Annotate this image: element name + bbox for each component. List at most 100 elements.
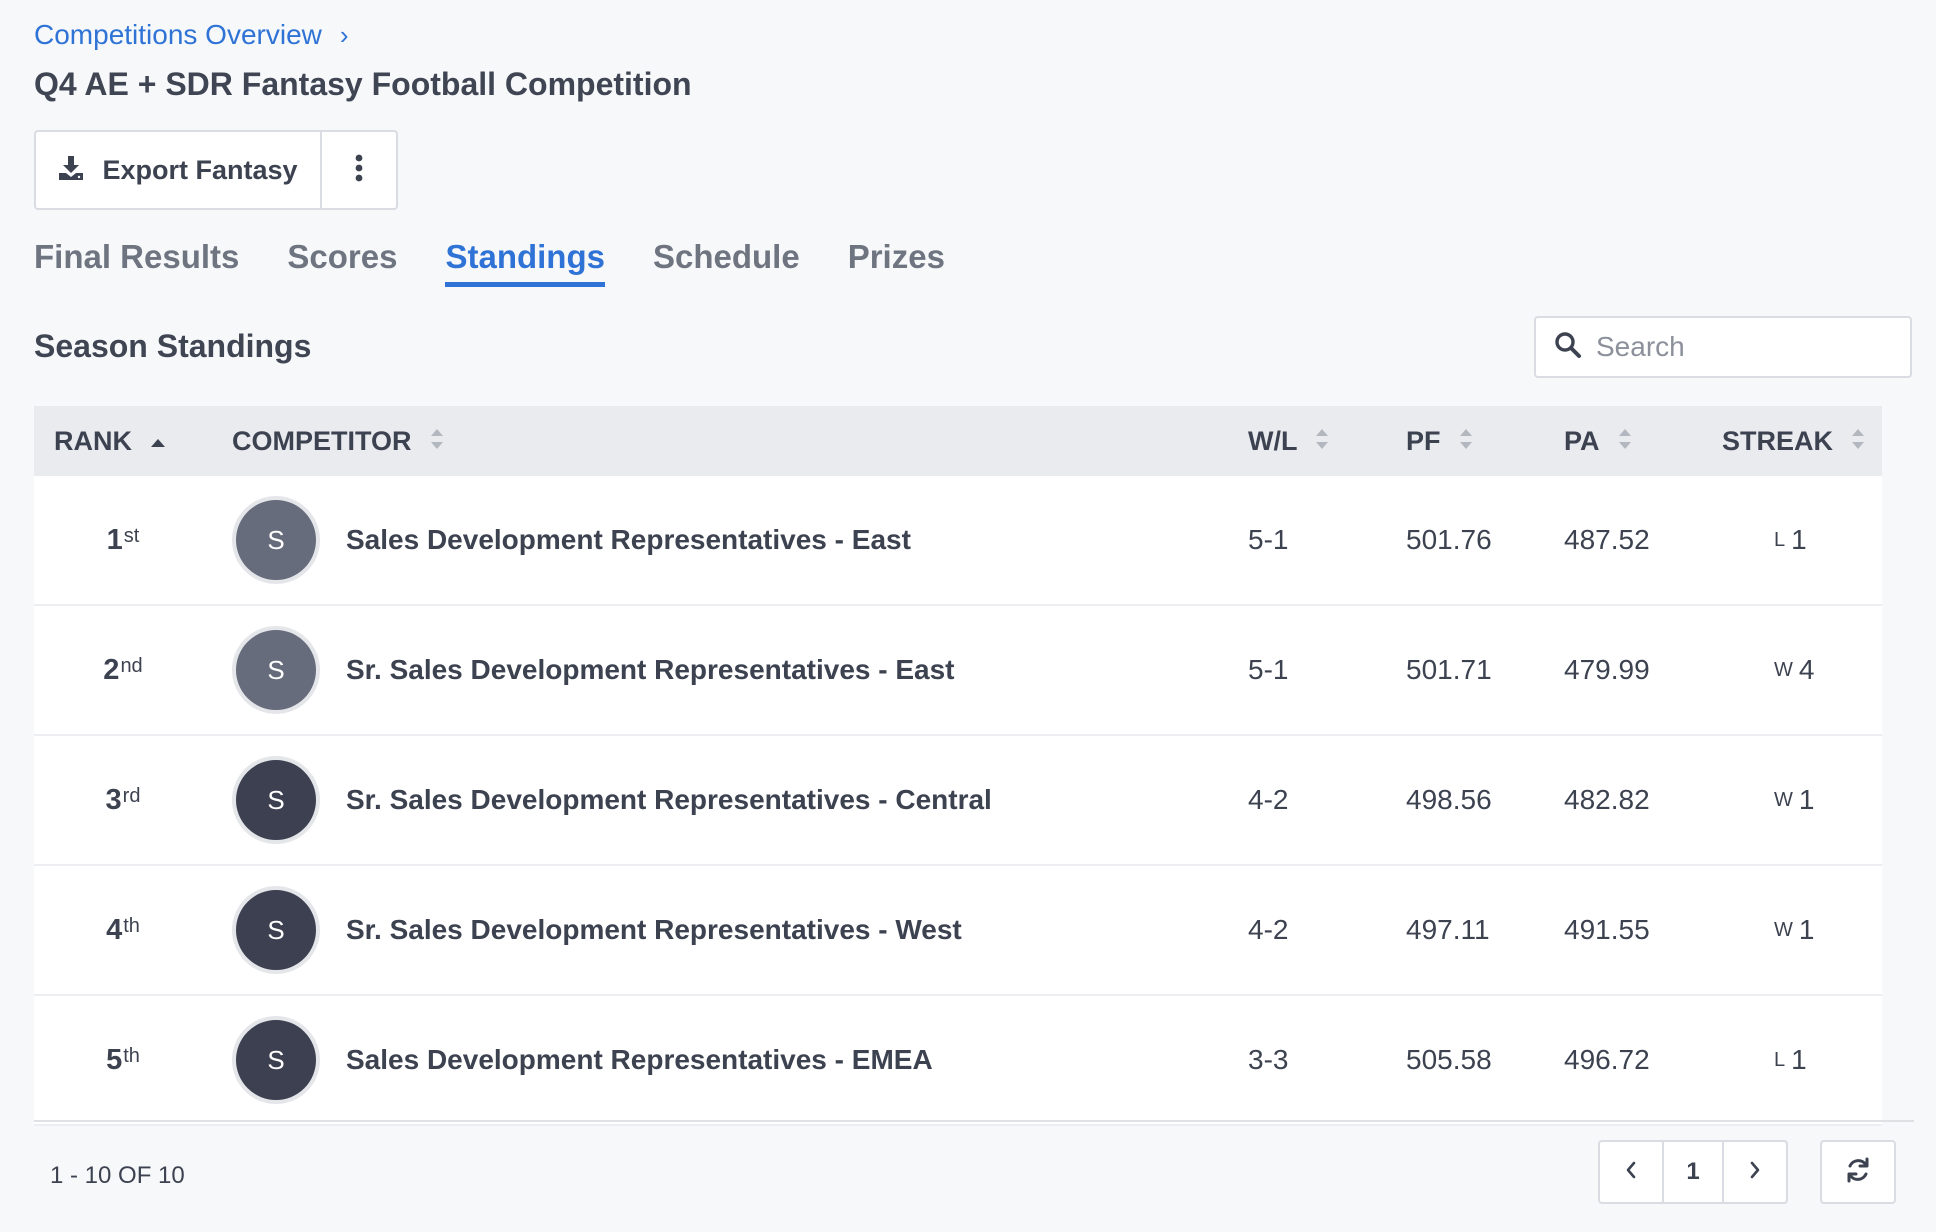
rank-number: 1 <box>106 523 123 556</box>
rank-number: 4 <box>106 913 123 946</box>
breadcrumb-link-competitions-overview[interactable]: Competitions Overview <box>34 19 322 51</box>
column-header-label: PF <box>1406 425 1441 456</box>
streak-type: L <box>1774 1048 1786 1071</box>
table-row[interactable]: 4th S Sr. Sales Development Representati… <box>34 866 1882 996</box>
tab-bar: Final Results Scores Standings Schedule … <box>34 238 945 287</box>
pagination-control: 1 <box>1598 1140 1788 1204</box>
standings-page: Competitions Overview › Q4 AE + SDR Fant… <box>34 0 1914 1232</box>
pf-cell: 501.76 <box>1406 524 1492 555</box>
standings-table: RANK COMPETITOR W/L PF PA STREAK 1 st S … <box>34 406 1882 1126</box>
tab-scores[interactable]: Scores <box>287 238 397 287</box>
tab-prizes[interactable]: Prizes <box>848 238 945 287</box>
chevron-left-icon <box>1625 1161 1637 1184</box>
column-header-wl[interactable]: W/L <box>1248 406 1329 476</box>
competitor-cell: S Sr. Sales Development Representatives … <box>232 736 992 864</box>
breadcrumb: Competitions Overview › <box>34 18 349 52</box>
rank-cell: 3rd <box>34 736 212 864</box>
rank-suffix: th <box>123 914 140 937</box>
sort-icon <box>1459 426 1473 457</box>
section-title: Season Standings <box>34 328 312 364</box>
chevron-right-icon <box>1749 1161 1761 1184</box>
page-title: Q4 AE + SDR Fantasy Football Competition <box>34 66 692 102</box>
column-header-competitor[interactable]: COMPETITOR <box>232 406 444 476</box>
rank-suffix: th <box>123 1044 140 1067</box>
table-footer: 1 - 10 OF 10 1 <box>34 1120 1914 1232</box>
sort-icon <box>430 426 444 457</box>
rank-cell: 2nd <box>34 606 212 734</box>
sort-ascending-icon <box>150 426 166 457</box>
search-box <box>1534 316 1912 378</box>
competitor-cell: S Sales Development Representatives - Ea… <box>232 476 911 604</box>
vertical-ellipsis-icon <box>354 154 364 187</box>
streak-count: 1 <box>1791 1044 1807 1075</box>
breadcrumb-separator: › <box>339 19 349 50</box>
refresh-button[interactable] <box>1820 1140 1896 1204</box>
competitor-cell: S Sr. Sales Development Representatives … <box>232 606 955 734</box>
streak-cell: W 1 <box>1774 736 1874 864</box>
column-header-label: RANK <box>54 425 132 456</box>
sort-icon <box>1618 426 1632 457</box>
refresh-icon <box>1844 1156 1872 1189</box>
column-header-pf[interactable]: PF <box>1406 406 1473 476</box>
rank-cell: 5th <box>34 996 212 1124</box>
column-header-label: COMPETITOR <box>232 425 412 456</box>
competitor-cell: S Sales Development Representatives - EM… <box>232 996 933 1124</box>
tab-schedule[interactable]: Schedule <box>653 238 800 287</box>
pa-cell: 491.55 <box>1564 914 1650 945</box>
competitor-name[interactable]: Sales Development Representatives - East <box>346 524 911 556</box>
avatar: S <box>232 626 320 714</box>
table-row[interactable]: 5th S Sales Development Representatives … <box>34 996 1882 1126</box>
rank-suffix: rd <box>122 784 141 807</box>
competitor-name[interactable]: Sr. Sales Development Representatives - … <box>346 914 962 946</box>
table-header: RANK COMPETITOR W/L PF PA STREAK <box>34 406 1882 478</box>
streak-count: 1 <box>1791 524 1807 555</box>
pa-cell: 496.72 <box>1564 1044 1650 1075</box>
streak-cell: W 1 <box>1774 866 1874 994</box>
pa-cell: 482.82 <box>1564 784 1650 815</box>
column-header-rank[interactable]: RANK <box>54 406 166 476</box>
pa-cell: 487.52 <box>1564 524 1650 555</box>
rank-number: 2 <box>103 653 120 686</box>
wl-cell: 4-2 <box>1248 914 1289 945</box>
streak-type: L <box>1774 528 1786 551</box>
previous-page-button[interactable] <box>1600 1142 1662 1202</box>
streak-type: W <box>1774 918 1793 941</box>
table-row[interactable]: 2nd S Sr. Sales Development Representati… <box>34 606 1882 736</box>
competitor-name[interactable]: Sales Development Representatives - EMEA <box>346 1044 933 1076</box>
streak-count: 1 <box>1798 784 1815 815</box>
more-actions-button[interactable] <box>322 132 396 208</box>
competitor-name[interactable]: Sr. Sales Development Representatives - … <box>346 784 992 816</box>
action-button-group: Export Fantasy <box>34 130 398 210</box>
column-header-pa[interactable]: PA <box>1564 406 1632 476</box>
export-fantasy-button[interactable]: Export Fantasy <box>36 132 322 208</box>
column-header-label: PA <box>1564 425 1600 456</box>
avatar: S <box>232 756 320 844</box>
streak-count: 1 <box>1798 914 1815 945</box>
avatar: S <box>232 496 320 584</box>
column-header-label: STREAK <box>1722 425 1834 456</box>
pf-cell: 501.71 <box>1406 654 1492 685</box>
streak-cell: L 1 <box>1774 476 1874 604</box>
table-row[interactable]: 1st S Sales Development Representatives … <box>34 476 1882 606</box>
next-page-button[interactable] <box>1724 1142 1786 1202</box>
competitor-name[interactable]: Sr. Sales Development Representatives - … <box>346 654 955 686</box>
competitor-cell: S Sr. Sales Development Representatives … <box>232 866 962 994</box>
table-row[interactable]: 3rd S Sr. Sales Development Representati… <box>34 736 1882 866</box>
pf-cell: 498.56 <box>1406 784 1492 815</box>
streak-cell: W 4 <box>1774 606 1874 734</box>
pf-cell: 505.58 <box>1406 1044 1492 1075</box>
column-header-streak[interactable]: STREAK <box>1722 406 1865 476</box>
rank-suffix: st <box>123 524 140 547</box>
wl-cell: 5-1 <box>1248 524 1289 555</box>
sort-icon <box>1315 426 1329 457</box>
current-page-number[interactable]: 1 <box>1662 1142 1724 1202</box>
pf-cell: 497.11 <box>1406 914 1490 945</box>
tab-final-results[interactable]: Final Results <box>34 238 239 287</box>
search-icon <box>1554 331 1582 364</box>
pa-cell: 479.99 <box>1564 654 1650 685</box>
tab-standings[interactable]: Standings <box>445 238 605 287</box>
pagination-range-label: 1 - 10 OF 10 <box>50 1162 185 1189</box>
rank-cell: 4th <box>34 866 212 994</box>
wl-cell: 3-3 <box>1248 1044 1289 1075</box>
search-input[interactable] <box>1596 331 1876 363</box>
